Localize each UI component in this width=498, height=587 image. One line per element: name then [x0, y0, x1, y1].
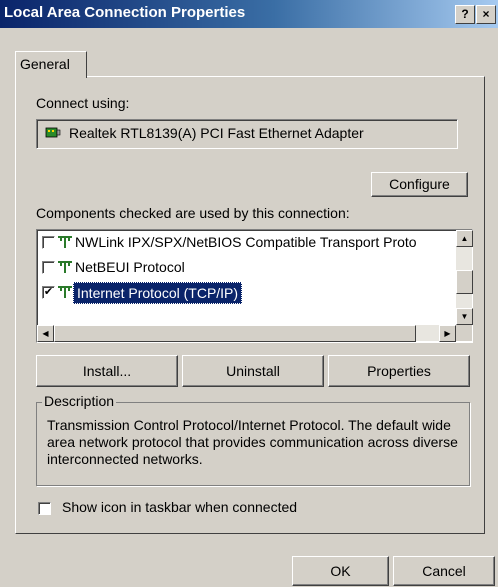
- component-checkbox-checked[interactable]: ✔: [42, 286, 55, 299]
- list-item[interactable]: NetBEUI Protocol: [37, 257, 457, 279]
- configure-button[interactable]: Configure: [371, 172, 468, 197]
- scroll-down-icon[interactable]: ▼: [456, 308, 473, 325]
- connect-using-label: Connect using:: [36, 95, 130, 111]
- list-item[interactable]: ✔ Internet Protocol (TCP/IP): [37, 282, 457, 304]
- adapter-box: Realtek RTL8139(A) PCI Fast Ethernet Ada…: [36, 119, 458, 149]
- close-button[interactable]: ×: [476, 5, 496, 24]
- scroll-thumb-horizontal[interactable]: [54, 325, 416, 342]
- horizontal-scrollbar[interactable]: ◀ ▶: [37, 325, 456, 342]
- scroll-up-icon[interactable]: ▲: [456, 230, 473, 247]
- description-group: Description Transmission Control Protoco…: [36, 393, 470, 486]
- components-label: Components checked are used by this conn…: [36, 205, 350, 221]
- description-label: Description: [42, 393, 117, 409]
- scroll-right-icon[interactable]: ▶: [439, 325, 456, 342]
- network-adapter-icon: [45, 127, 61, 138]
- list-item[interactable]: NWLink IPX/SPX/NetBIOS Compatible Transp…: [37, 232, 457, 254]
- uninstall-button[interactable]: Uninstall: [182, 355, 324, 387]
- network-protocol-icon: [58, 261, 72, 273]
- tab-general-label: General: [20, 56, 70, 72]
- install-button[interactable]: Install...: [36, 355, 178, 387]
- component-checkbox[interactable]: [42, 261, 55, 274]
- show-icon-label: Show icon in taskbar when connected: [62, 499, 298, 515]
- component-checkbox[interactable]: [42, 236, 55, 249]
- window-title: Local Area Connection Properties: [4, 4, 246, 21]
- component-label: NWLink IPX/SPX/NetBIOS Compatible Transp…: [75, 234, 417, 250]
- general-panel: Connect using: Realtek RTL8139(A) PCI Fa…: [15, 76, 485, 534]
- title-bar[interactable]: Local Area Connection Properties ? ×: [0, 0, 498, 28]
- cancel-button[interactable]: Cancel: [393, 556, 495, 586]
- show-icon-checkbox[interactable]: [38, 502, 51, 515]
- ok-button[interactable]: OK: [292, 556, 389, 586]
- component-label: NetBEUI Protocol: [75, 259, 185, 275]
- scrollbar-corner: [456, 325, 472, 341]
- help-button[interactable]: ?: [455, 5, 475, 24]
- scroll-thumb[interactable]: [456, 270, 473, 294]
- network-protocol-icon: [58, 286, 72, 298]
- adapter-name: Realtek RTL8139(A) PCI Fast Ethernet Ada…: [69, 125, 364, 141]
- vertical-scrollbar[interactable]: ▲ ▼: [456, 230, 473, 325]
- scroll-left-icon[interactable]: ◀: [37, 325, 54, 342]
- network-protocol-icon: [58, 236, 72, 248]
- properties-button[interactable]: Properties: [328, 355, 470, 387]
- tab-general[interactable]: General: [15, 51, 87, 78]
- components-list[interactable]: NWLink IPX/SPX/NetBIOS Compatible Transp…: [36, 229, 473, 343]
- component-label-selected: Internet Protocol (TCP/IP): [73, 282, 243, 304]
- description-text: Transmission Control Protocol/Internet P…: [47, 417, 458, 467]
